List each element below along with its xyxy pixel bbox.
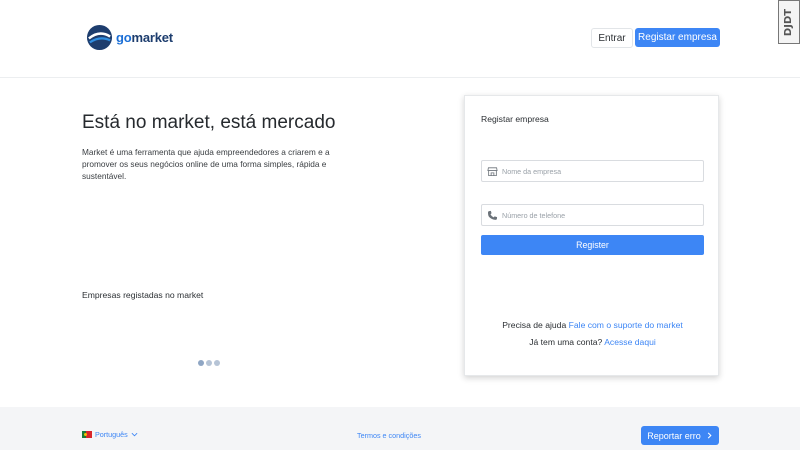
login-button[interactable]: Entrar: [591, 28, 633, 48]
support-link[interactable]: Fale com o suporte do market: [569, 320, 683, 330]
chevron-right-icon: [707, 432, 712, 439]
help-text: Precisa de ajuda: [502, 320, 567, 330]
phone-icon: [488, 210, 498, 220]
phone-field[interactable]: [481, 204, 704, 226]
chevron-down-icon: [131, 432, 138, 437]
logo-wordmark: gomarket: [116, 30, 173, 45]
gomarket-logo-icon: [86, 24, 113, 51]
hero-description: Market é uma ferramenta que ajuda empree…: [82, 147, 330, 181]
store-icon: [487, 166, 498, 176]
top-header: gomarket Entrar Registar empresa: [0, 0, 800, 78]
debug-toolbar-label: DJDT: [783, 8, 795, 36]
report-error-label: Reportar erro: [647, 430, 701, 441]
footer: Português Termos e condições Reportar er…: [0, 407, 800, 450]
account-text: Já tem uma conta?: [529, 337, 603, 347]
gomarket-logo[interactable]: gomarket: [86, 24, 173, 51]
terms-link[interactable]: Termos e condições: [357, 431, 421, 440]
carousel-dot[interactable]: [198, 360, 204, 366]
language-selector[interactable]: Português: [82, 430, 138, 439]
register-company-button[interactable]: Registar empresa: [635, 28, 720, 47]
report-error-button[interactable]: Reportar erro: [641, 426, 719, 445]
register-card-title: Registar empresa: [481, 114, 549, 124]
company-name-input[interactable]: [502, 166, 692, 176]
carousel-dots: [198, 360, 220, 366]
language-label: Português: [95, 430, 128, 439]
phone-input[interactable]: [502, 210, 692, 220]
account-line: Já tem uma conta? Acesse daqui: [465, 337, 720, 347]
debug-toolbar-tab[interactable]: DJDT: [778, 0, 800, 44]
company-name-field[interactable]: [481, 160, 704, 182]
hero-title: Está no market, está mercado: [82, 112, 336, 133]
carousel-dot[interactable]: [206, 360, 212, 366]
carousel-dot[interactable]: [214, 360, 220, 366]
login-link[interactable]: Acesse daqui: [604, 337, 656, 347]
registered-companies-title: Empresas registadas no market: [82, 290, 204, 300]
help-line: Precisa de ajuda Fale com o suporte do m…: [465, 320, 720, 330]
portugal-flag-icon: [82, 431, 92, 438]
submit-register-button[interactable]: Register: [481, 235, 704, 255]
register-card: Registar empresa Register Precisa de aju…: [464, 95, 719, 376]
